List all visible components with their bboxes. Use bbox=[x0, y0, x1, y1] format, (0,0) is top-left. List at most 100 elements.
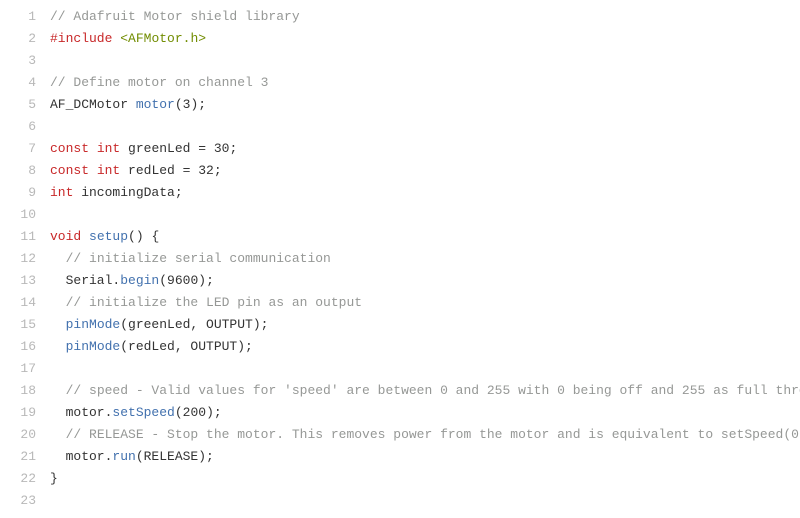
code-line: motor.setSpeed(200); bbox=[50, 402, 800, 424]
code-line: int incomingData; bbox=[50, 182, 800, 204]
code-token: AF_DCMotor bbox=[50, 97, 136, 112]
code-area: // Adafruit Motor shield library #include… bbox=[50, 6, 800, 512]
code-token: int bbox=[50, 185, 73, 200]
code-token: // speed - Valid values for 'speed' are … bbox=[66, 383, 800, 398]
line-number: 9 bbox=[0, 182, 36, 204]
line-number: 22 bbox=[0, 468, 36, 490]
code-token bbox=[81, 229, 89, 244]
code-token: const bbox=[50, 163, 89, 178]
code-token: ); bbox=[190, 97, 206, 112]
code-token: greenLed = bbox=[120, 141, 214, 156]
code-token: redLed = bbox=[120, 163, 198, 178]
code-token: run bbox=[112, 449, 135, 464]
code-line bbox=[50, 204, 800, 226]
code-token: 9600 bbox=[167, 273, 198, 288]
line-number: 13 bbox=[0, 270, 36, 292]
line-number: 4 bbox=[0, 72, 36, 94]
code-line: #include <AFMotor.h> bbox=[50, 28, 800, 50]
line-number: 23 bbox=[0, 490, 36, 512]
code-token: incomingData; bbox=[73, 185, 182, 200]
code-line bbox=[50, 116, 800, 138]
code-token: pinMode bbox=[66, 317, 121, 332]
code-token bbox=[50, 317, 66, 332]
code-line: // RELEASE - Stop the motor. This remove… bbox=[50, 424, 800, 446]
code-line: // initialize the LED pin as an output bbox=[50, 292, 800, 314]
code-line bbox=[50, 50, 800, 72]
code-token: ); bbox=[206, 405, 222, 420]
code-line bbox=[50, 358, 800, 380]
code-block: 1234567891011121314151617181920212223 //… bbox=[0, 0, 800, 518]
code-token: // initialize serial communication bbox=[66, 251, 331, 266]
code-line: // Adafruit Motor shield library bbox=[50, 6, 800, 28]
code-token: // initialize the LED pin as an output bbox=[66, 295, 362, 310]
line-number: 5 bbox=[0, 94, 36, 116]
code-token: int bbox=[97, 141, 120, 156]
code-token: 32 bbox=[198, 163, 214, 178]
code-token: 30 bbox=[214, 141, 230, 156]
code-token: <AFMotor.h> bbox=[120, 31, 206, 46]
code-token: 200 bbox=[183, 405, 206, 420]
code-token: motor bbox=[136, 97, 175, 112]
line-number: 7 bbox=[0, 138, 36, 160]
code-line: void setup() { bbox=[50, 226, 800, 248]
line-number: 6 bbox=[0, 116, 36, 138]
line-number: 18 bbox=[0, 380, 36, 402]
code-token: ; bbox=[214, 163, 222, 178]
line-number: 3 bbox=[0, 50, 36, 72]
code-token: int bbox=[97, 163, 120, 178]
line-number: 12 bbox=[0, 248, 36, 270]
code-line: const int greenLed = 30; bbox=[50, 138, 800, 160]
code-token: (redLed, OUTPUT); bbox=[120, 339, 253, 354]
line-number: 20 bbox=[0, 424, 36, 446]
code-token: // Adafruit Motor shield library bbox=[50, 9, 300, 24]
line-number: 10 bbox=[0, 204, 36, 226]
code-token bbox=[50, 383, 66, 398]
code-line: pinMode(greenLed, OUTPUT); bbox=[50, 314, 800, 336]
code-token: ; bbox=[229, 141, 237, 156]
code-line bbox=[50, 490, 800, 512]
code-line: // speed - Valid values for 'speed' are … bbox=[50, 380, 800, 402]
code-token bbox=[50, 427, 66, 442]
line-number: 15 bbox=[0, 314, 36, 336]
line-number: 19 bbox=[0, 402, 36, 424]
line-number: 17 bbox=[0, 358, 36, 380]
code-token: const bbox=[50, 141, 89, 156]
code-line: AF_DCMotor motor(3); bbox=[50, 94, 800, 116]
line-number-gutter: 1234567891011121314151617181920212223 bbox=[0, 6, 50, 512]
code-token: (RELEASE); bbox=[136, 449, 214, 464]
code-line: motor.run(RELEASE); bbox=[50, 446, 800, 468]
code-token bbox=[89, 163, 97, 178]
line-number: 21 bbox=[0, 446, 36, 468]
line-number: 14 bbox=[0, 292, 36, 314]
code-token: } bbox=[50, 471, 58, 486]
code-line: const int redLed = 32; bbox=[50, 160, 800, 182]
line-number: 1 bbox=[0, 6, 36, 28]
code-token bbox=[50, 339, 66, 354]
line-number: 16 bbox=[0, 336, 36, 358]
code-token: ( bbox=[159, 273, 167, 288]
code-token bbox=[50, 295, 66, 310]
code-token: // RELEASE - Stop the motor. This remove… bbox=[66, 427, 800, 442]
code-token: setSpeed bbox=[112, 405, 174, 420]
line-number: 11 bbox=[0, 226, 36, 248]
code-token: #include bbox=[50, 31, 112, 46]
code-line: } bbox=[50, 468, 800, 490]
code-token: setup bbox=[89, 229, 128, 244]
code-line: // initialize serial communication bbox=[50, 248, 800, 270]
code-token: ( bbox=[175, 405, 183, 420]
line-number: 8 bbox=[0, 160, 36, 182]
code-token: begin bbox=[120, 273, 159, 288]
code-line: pinMode(redLed, OUTPUT); bbox=[50, 336, 800, 358]
code-token: // Define motor on channel 3 bbox=[50, 75, 268, 90]
code-token: (greenLed, OUTPUT); bbox=[120, 317, 268, 332]
code-token: ); bbox=[198, 273, 214, 288]
code-token: motor. bbox=[50, 405, 112, 420]
code-token: void bbox=[50, 229, 81, 244]
code-token: Serial. bbox=[50, 273, 120, 288]
code-token: pinMode bbox=[66, 339, 121, 354]
code-token bbox=[89, 141, 97, 156]
code-token: ( bbox=[175, 97, 183, 112]
line-number: 2 bbox=[0, 28, 36, 50]
code-line: // Define motor on channel 3 bbox=[50, 72, 800, 94]
code-token: () { bbox=[128, 229, 159, 244]
